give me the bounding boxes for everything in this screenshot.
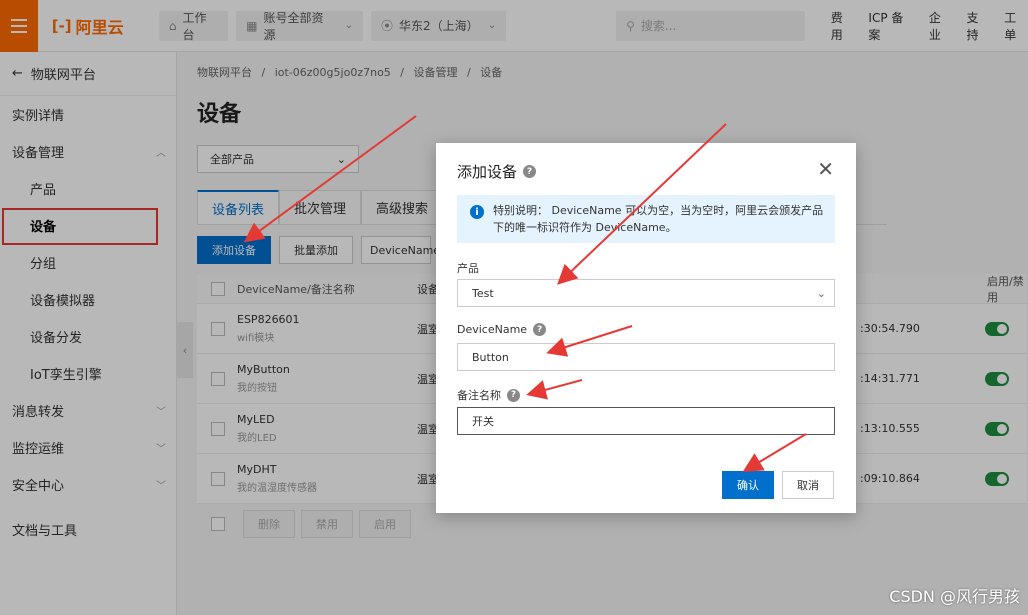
info-icon: i: [470, 205, 484, 219]
help-icon[interactable]: ?: [533, 323, 547, 336]
devicename-input[interactable]: Button: [457, 343, 835, 371]
dialog-actions: 确认 取消: [722, 471, 834, 499]
dialog-title-text: 添加设备: [457, 163, 518, 181]
close-icon[interactable]: ✕: [817, 157, 834, 181]
watermark: CSDN @风行男孩: [889, 587, 1020, 606]
notice-text: 特别说明： DeviceName 可以为空，当为空时，阿里云会颁发产品下的唯一标…: [493, 204, 824, 234]
note-label-text: 备注名称: [457, 389, 501, 402]
notice-box: i 特别说明： DeviceName 可以为空，当为空时，阿里云会颁发产品下的唯…: [457, 195, 835, 243]
product-select-value: Test: [472, 286, 494, 300]
devicename-label: DeviceName ?: [457, 323, 547, 336]
devicename-label-text: DeviceName: [457, 323, 528, 336]
note-value: 开关: [472, 415, 494, 428]
add-device-dialog: 添加设备 ? ✕ i 特别说明： DeviceName 可以为空，当为空时，阿里…: [436, 143, 856, 513]
confirm-button[interactable]: 确认: [722, 471, 774, 499]
cancel-button[interactable]: 取消: [782, 471, 834, 499]
chevron-down-icon: ⌄: [816, 286, 826, 300]
product-select[interactable]: Test ⌄: [457, 279, 835, 307]
help-icon[interactable]: ?: [523, 165, 537, 178]
product-label: 产品: [457, 260, 479, 276]
note-label: 备注名称 ?: [457, 387, 520, 403]
product-label-text: 产品: [457, 262, 479, 275]
note-input[interactable]: 开关: [457, 407, 835, 435]
dialog-title: 添加设备 ?: [457, 161, 537, 182]
devicename-value: Button: [472, 350, 509, 364]
help-icon[interactable]: ?: [507, 388, 520, 402]
